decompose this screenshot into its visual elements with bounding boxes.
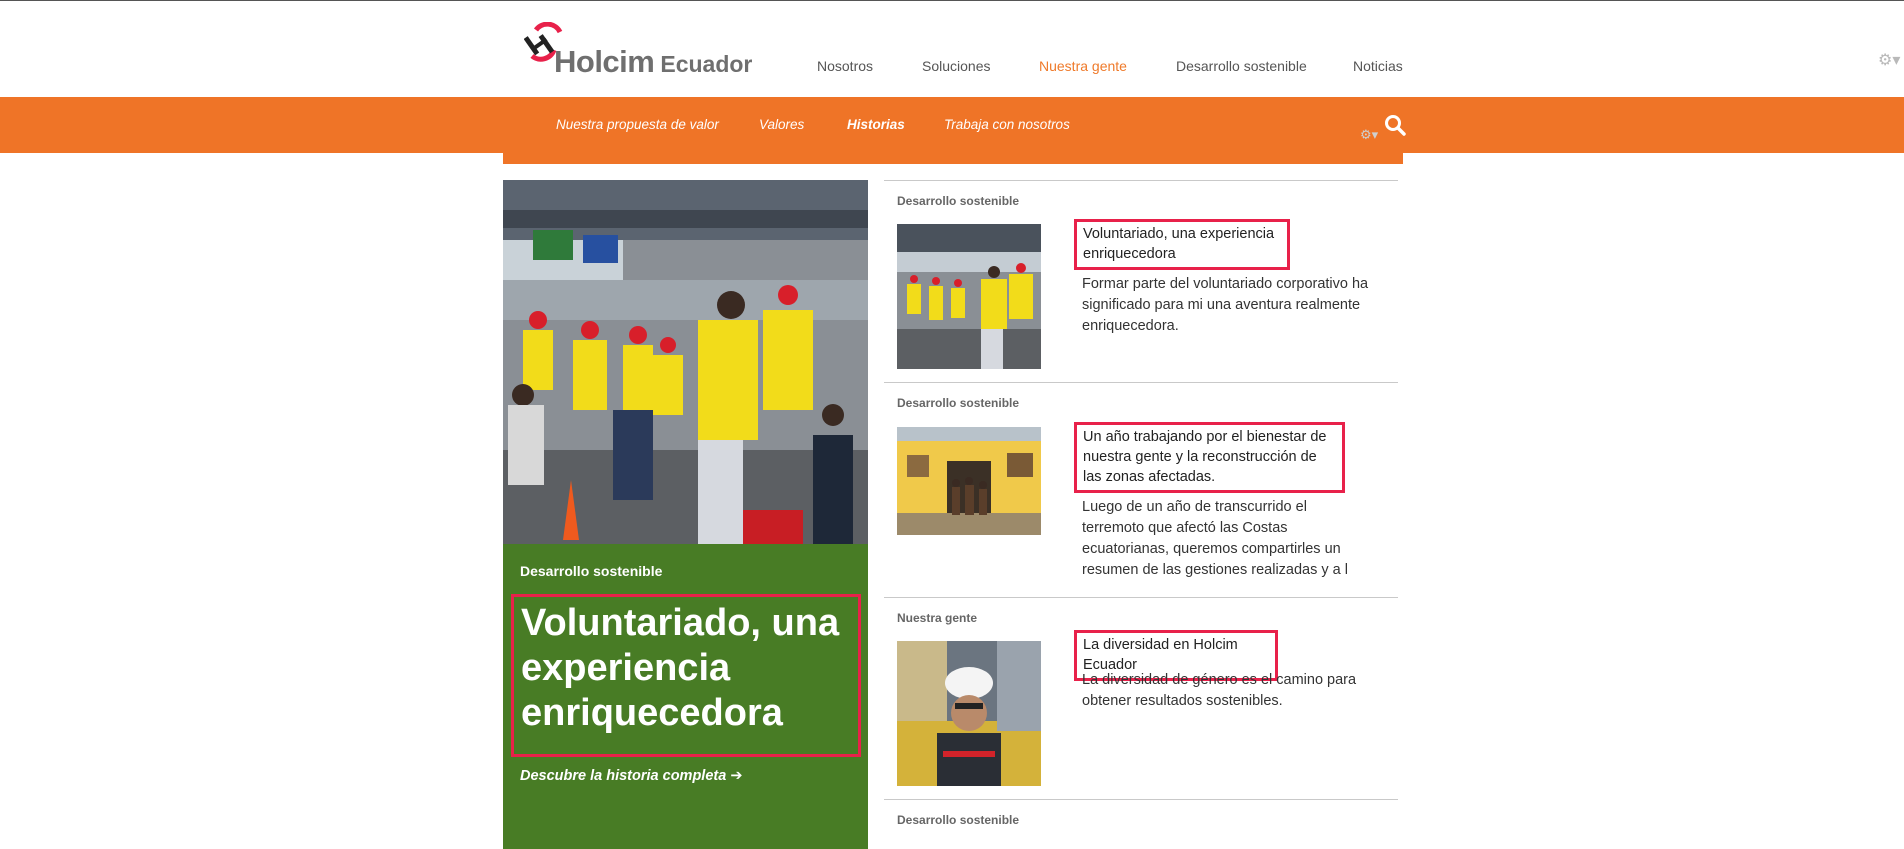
- featured-link-label: Descubre la historia completa: [520, 768, 727, 784]
- article-category: Desarrollo sostenible: [897, 396, 1020, 410]
- nav-nuestra-gente[interactable]: Nuestra gente: [1039, 58, 1127, 74]
- window-top-border: [0, 0, 1904, 1]
- gear-icon[interactable]: ⚙▾: [1878, 50, 1900, 70]
- article-description: La diversidad de género es el camino par…: [1082, 672, 1357, 709]
- subnav-historias[interactable]: Historias: [847, 117, 905, 132]
- article-category: Desarrollo sostenible: [897, 813, 1020, 827]
- list-divider: [884, 382, 1398, 383]
- list-divider: [884, 180, 1398, 181]
- article-thumbnail[interactable]: [897, 843, 1041, 849]
- featured-category: Desarrollo sostenible: [520, 563, 663, 579]
- article-description: Formar parte del voluntariado corporativ…: [1082, 276, 1369, 334]
- main-nav: Nosotros Soluciones Nuestra gente Desarr…: [0, 58, 1904, 78]
- article-category: Desarrollo sostenible: [897, 194, 1020, 208]
- gear-icon[interactable]: ⚙▾: [1360, 127, 1378, 143]
- nav-desarrollo-sostenible[interactable]: Desarrollo sostenible: [1176, 58, 1307, 74]
- nav-nosotros[interactable]: Nosotros: [817, 58, 873, 74]
- featured-photo: [503, 180, 868, 544]
- article-description: Luego de un año de transcurrido el terre…: [1082, 499, 1348, 578]
- subnav-trabaja-con-nosotros[interactable]: Trabaja con nosotros: [944, 117, 1070, 132]
- subnav-propuesta-de-valor[interactable]: Nuestra propuesta de valor: [556, 117, 719, 132]
- list-divider: [884, 597, 1398, 598]
- article-title[interactable]: Voluntariado, una experiencia enriqueced…: [1074, 219, 1290, 270]
- featured-read-more-link[interactable]: Descubre la historia completa ➔: [520, 768, 742, 784]
- article-title[interactable]: Un año trabajando por el bienestar de nu…: [1074, 422, 1345, 493]
- article-thumbnail[interactable]: [897, 224, 1041, 369]
- arrow-right-icon: ➔: [730, 768, 743, 784]
- sub-nav-bar-extension: [503, 153, 1403, 164]
- featured-title[interactable]: Voluntariado, una experiencia enriqueced…: [511, 594, 861, 757]
- nav-noticias[interactable]: Noticias: [1353, 58, 1403, 74]
- subnav-valores[interactable]: Valores: [759, 117, 804, 132]
- list-divider: [884, 799, 1398, 800]
- search-icon[interactable]: [1384, 114, 1406, 136]
- article-category: Nuestra gente: [897, 611, 978, 625]
- featured-story-card[interactable]: Desarrollo sostenible Voluntariado, una …: [503, 180, 868, 849]
- nav-soluciones[interactable]: Soluciones: [922, 58, 991, 74]
- article-thumbnail[interactable]: [897, 427, 1041, 535]
- article-thumbnail[interactable]: [897, 641, 1041, 786]
